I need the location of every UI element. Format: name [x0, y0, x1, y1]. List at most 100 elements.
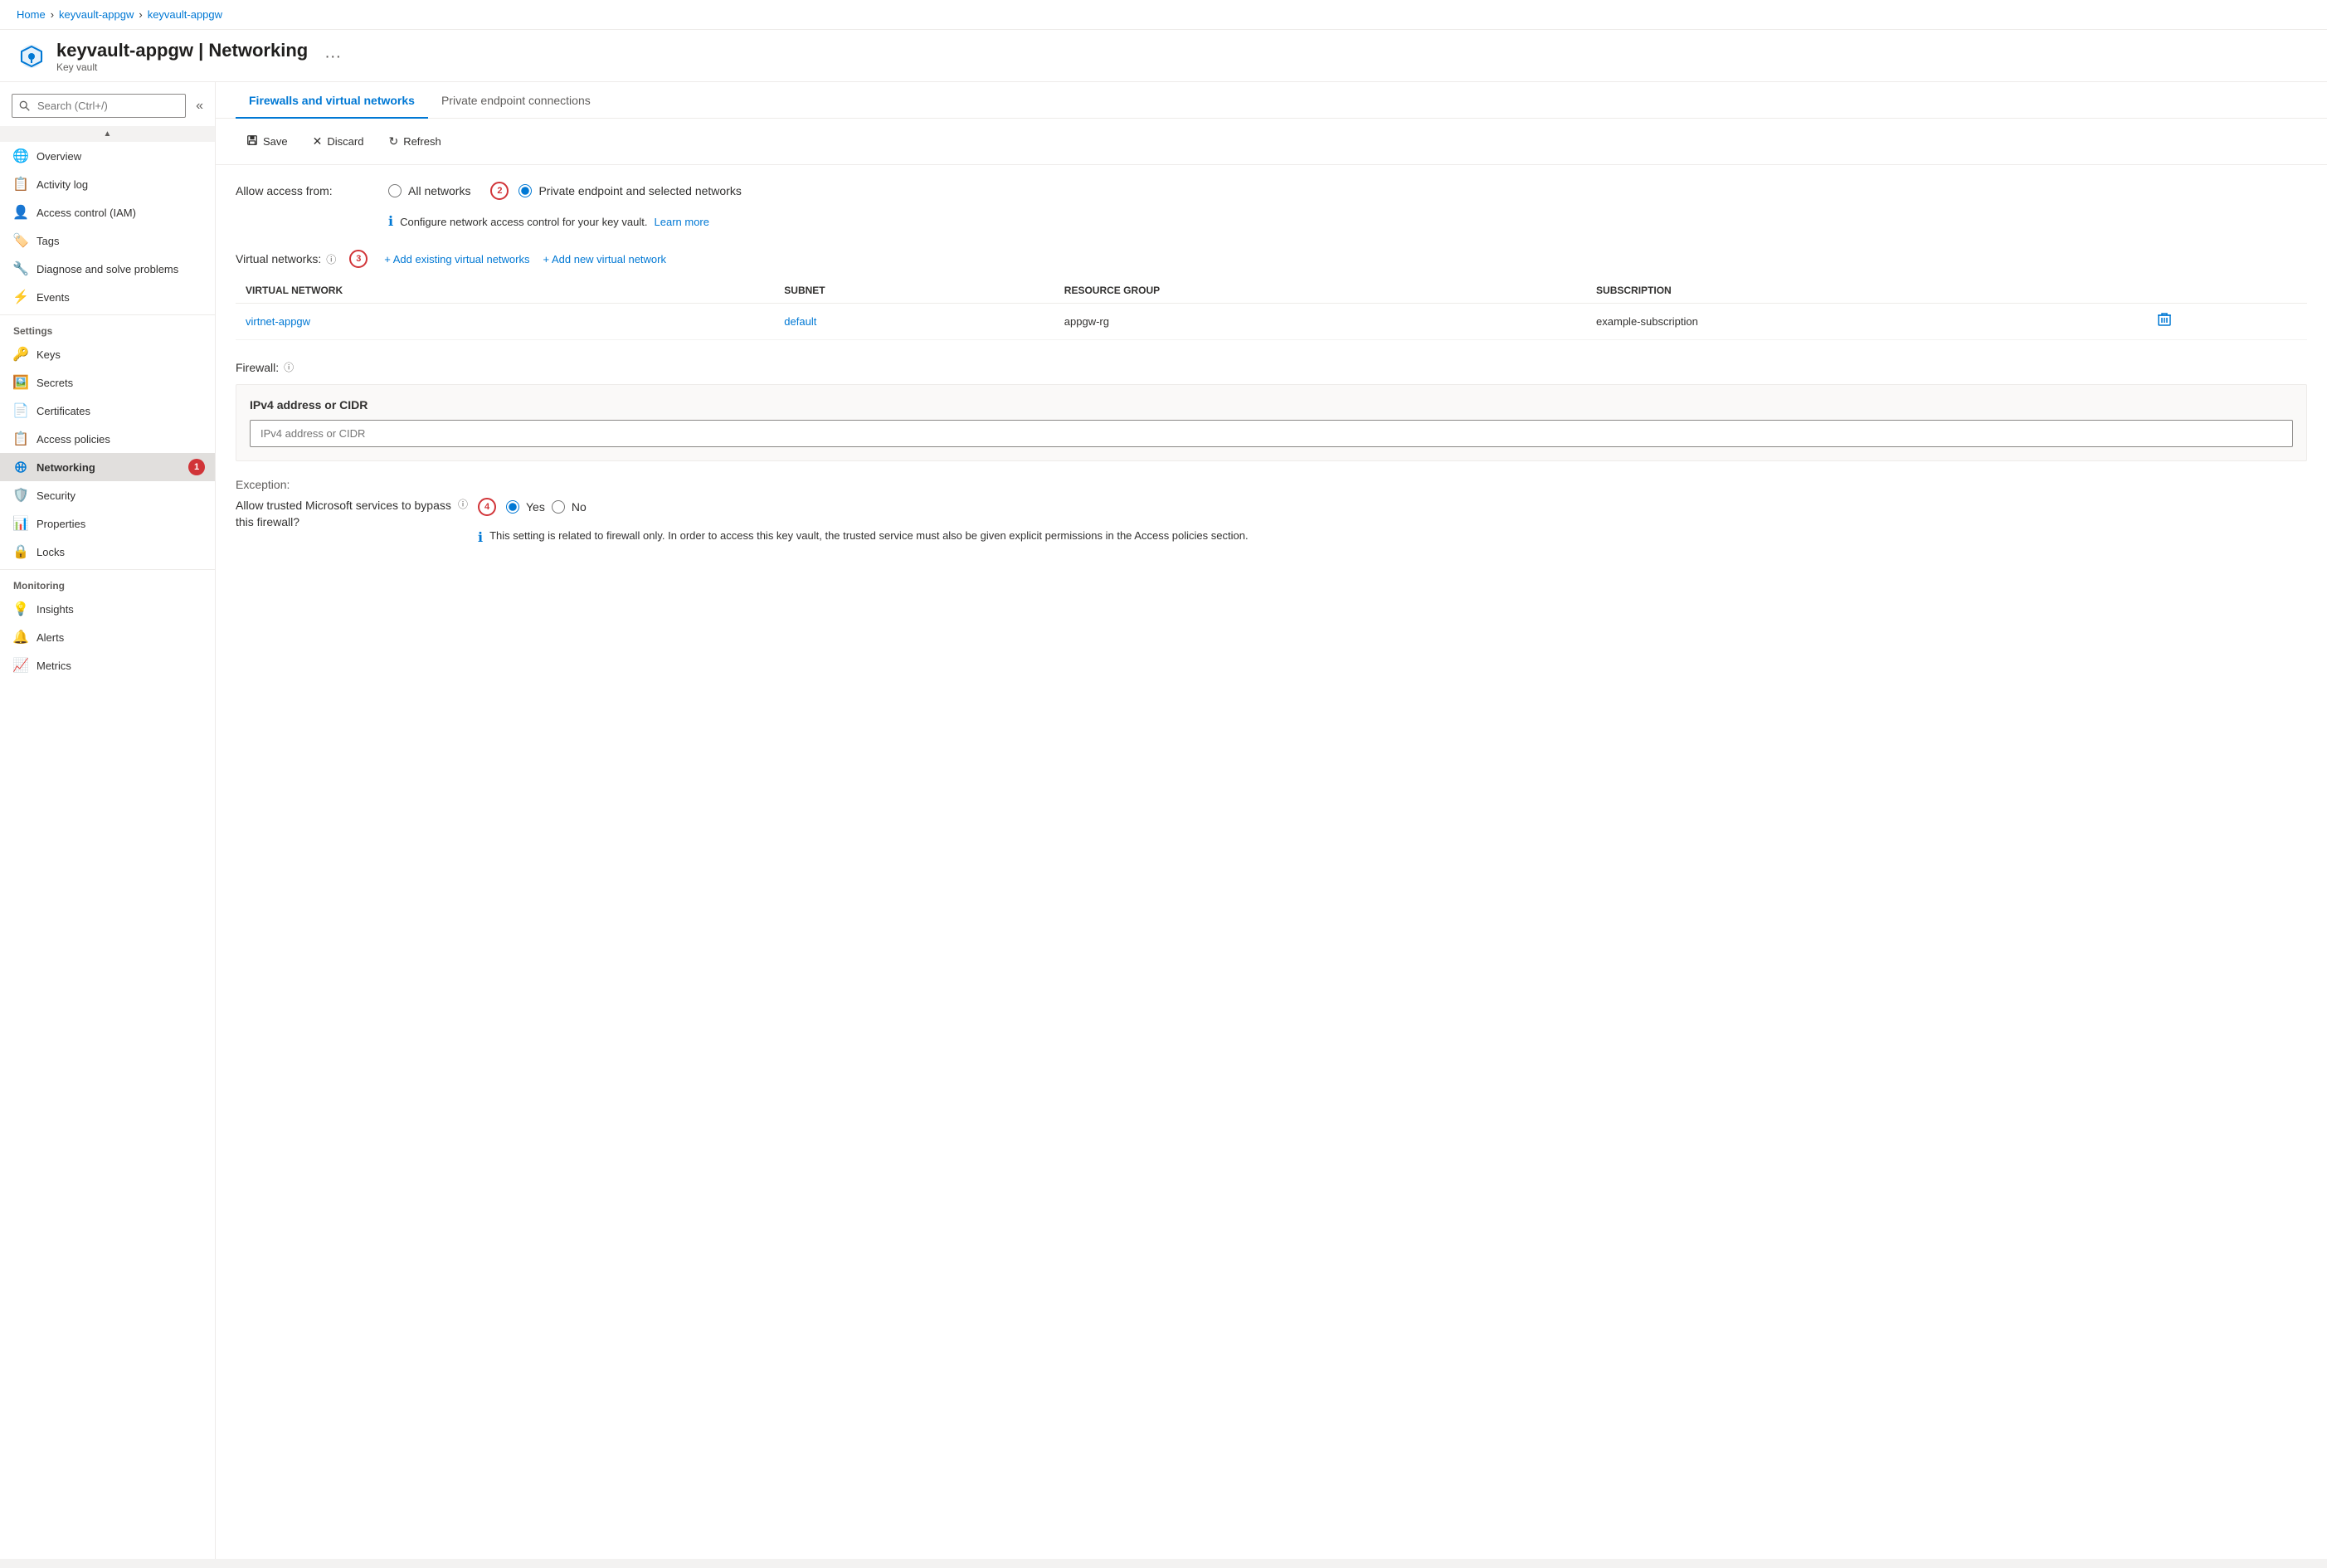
sidebar-item-overview[interactable]: 🌐 Overview — [0, 142, 215, 170]
firewall-section: Firewall: ⓘ IPv4 address or CIDR — [236, 360, 2307, 461]
radio-no-input[interactable] — [552, 500, 565, 514]
ipv4-section-title: IPv4 address or CIDR — [250, 398, 2293, 411]
breadcrumb-home[interactable]: Home — [17, 8, 46, 21]
firewall-info-tooltip: ⓘ — [284, 360, 294, 374]
exception-info-icon: ℹ — [478, 529, 483, 546]
add-new-vn-link[interactable]: + Add new virtual network — [543, 253, 666, 265]
radio-all-networks-label: All networks — [408, 184, 470, 197]
save-button[interactable]: Save — [236, 129, 299, 154]
discard-button[interactable]: ✕ Discard — [302, 129, 375, 154]
radio-all-networks-input[interactable] — [388, 184, 402, 197]
tab-private-endpoints[interactable]: Private endpoint connections — [428, 82, 604, 119]
events-icon: ⚡ — [13, 290, 28, 304]
content-area: Allow access from: All networks 2 Privat… — [216, 165, 2327, 562]
add-existing-vn-link[interactable]: + Add existing virtual networks — [384, 253, 529, 265]
tab-firewalls[interactable]: Firewalls and virtual networks — [236, 82, 428, 119]
header-text: keyvault-appgw | Networking Key vault — [56, 40, 308, 73]
sidebar-item-events[interactable]: ⚡ Events — [0, 283, 215, 311]
sidebar-item-locks[interactable]: 🔒 Locks — [0, 538, 215, 566]
delete-row-button[interactable] — [2157, 314, 2172, 330]
col-subnet: SUBNET — [774, 278, 1054, 304]
page-subtitle: Key vault — [56, 61, 308, 73]
exception-row: Allow trusted Microsoft services to bypa… — [236, 498, 2307, 546]
sidebar-item-label: Events — [37, 291, 70, 304]
sidebar: « ▲ 🌐 Overview 📋 Activity log 👤 Access c… — [0, 82, 216, 1559]
exception-label: Exception: — [236, 478, 2307, 491]
app-layout: « ▲ 🌐 Overview 📋 Activity log 👤 Access c… — [0, 82, 2327, 1559]
access-radio-group: All networks 2 Private endpoint and sele… — [388, 182, 742, 200]
page-header: keyvault-appgw | Networking Key vault ··… — [0, 30, 2327, 82]
more-options-button[interactable]: ··· — [324, 47, 341, 66]
collapse-sidebar-button[interactable]: « — [191, 94, 208, 119]
sidebar-item-label: Access policies — [37, 433, 110, 446]
settings-section-label: Settings — [0, 314, 215, 340]
sidebar-item-properties[interactable]: 📊 Properties — [0, 509, 215, 538]
breadcrumb-sep2: › — [139, 8, 142, 21]
breadcrumb: Home › keyvault-appgw › keyvault-appgw — [0, 0, 2327, 30]
virtual-networks-table: VIRTUAL NETWORK SUBNET RESOURCE GROUP SU… — [236, 278, 2307, 340]
sidebar-item-label: Networking — [37, 461, 95, 474]
keyvault-icon — [17, 41, 46, 71]
radio-all-networks[interactable]: All networks — [388, 184, 470, 197]
radio-no[interactable]: No — [552, 500, 587, 514]
radio-private-endpoint-label: Private endpoint and selected networks — [538, 184, 741, 197]
col-virtual-network: VIRTUAL NETWORK — [236, 278, 774, 304]
breadcrumb-vault2[interactable]: keyvault-appgw — [148, 8, 222, 21]
tags-icon: 🏷️ — [13, 233, 28, 248]
vn-link[interactable]: virtnet-appgw — [246, 315, 310, 328]
col-resource-group: RESOURCE GROUP — [1054, 278, 1586, 304]
sidebar-item-activity-log[interactable]: 📋 Activity log — [0, 170, 215, 198]
access-info-text: Configure network access control for you… — [400, 216, 647, 228]
step-badge-4: 4 — [478, 498, 496, 516]
subnet-link[interactable]: default — [784, 315, 816, 328]
sidebar-item-label: Properties — [37, 518, 85, 530]
search-input[interactable] — [12, 94, 186, 118]
refresh-button[interactable]: ↻ Refresh — [377, 129, 451, 154]
exception-section: Exception: Allow trusted Microsoft servi… — [236, 478, 2307, 546]
radio-yes-input[interactable] — [506, 500, 519, 514]
main-content: Firewalls and virtual networks Private e… — [216, 82, 2327, 1559]
access-from-label: Allow access from: — [236, 184, 368, 197]
scroll-up-button[interactable]: ▲ — [0, 126, 215, 142]
iam-icon: 👤 — [13, 205, 28, 220]
sidebar-item-iam[interactable]: 👤 Access control (IAM) — [0, 198, 215, 226]
access-from-row: Allow access from: All networks 2 Privat… — [236, 182, 2307, 200]
col-subscription: SUBSCRIPTION — [1586, 278, 2147, 304]
virtual-networks-label: Virtual networks: ⓘ — [236, 252, 336, 266]
networking-icon — [13, 460, 28, 475]
sidebar-item-diagnose[interactable]: 🔧 Diagnose and solve problems — [0, 255, 215, 283]
sidebar-item-secrets[interactable]: 🖼️ Secrets — [0, 368, 215, 397]
overview-icon: 🌐 — [13, 149, 28, 163]
virtual-networks-section: Virtual networks: ⓘ 3 + Add existing vir… — [236, 250, 2307, 340]
virtual-networks-header: Virtual networks: ⓘ 3 + Add existing vir… — [236, 250, 2307, 268]
locks-icon: 🔒 — [13, 544, 28, 559]
ipv4-input[interactable] — [250, 420, 2293, 447]
allow-access-section: Allow access from: All networks 2 Privat… — [236, 182, 2307, 230]
radio-yes[interactable]: Yes — [506, 500, 545, 514]
sidebar-item-label: Insights — [37, 603, 74, 616]
col-actions — [2147, 278, 2307, 304]
activity-log-icon: 📋 — [13, 177, 28, 192]
sidebar-item-networking[interactable]: Networking 1 — [0, 453, 215, 481]
table-row: virtnet-appgw default appgw-rg example-s… — [236, 304, 2307, 340]
sidebar-item-keys[interactable]: 🔑 Keys — [0, 340, 215, 368]
sidebar-item-insights[interactable]: 💡 Insights — [0, 595, 215, 623]
metrics-icon: 📈 — [13, 658, 28, 673]
discard-label: Discard — [327, 135, 363, 148]
radio-private-endpoint[interactable]: 2 Private endpoint and selected networks — [490, 182, 741, 200]
subscription-cell: example-subscription — [1586, 304, 2147, 340]
breadcrumb-sep1: › — [51, 8, 54, 21]
networking-badge: 1 — [188, 459, 205, 475]
sidebar-item-alerts[interactable]: 🔔 Alerts — [0, 623, 215, 651]
sidebar-item-certificates[interactable]: 📄 Certificates — [0, 397, 215, 425]
sidebar-item-access-policies[interactable]: 📋 Access policies — [0, 425, 215, 453]
radio-private-endpoint-input[interactable] — [518, 184, 532, 197]
learn-more-link[interactable]: Learn more — [655, 216, 709, 228]
breadcrumb-vault1[interactable]: keyvault-appgw — [59, 8, 134, 21]
sidebar-item-label: Access control (IAM) — [37, 207, 136, 219]
sidebar-item-tags[interactable]: 🏷️ Tags — [0, 226, 215, 255]
vn-info-tooltip: ⓘ — [326, 252, 336, 266]
sidebar-item-metrics[interactable]: 📈 Metrics — [0, 651, 215, 679]
info-icon: ℹ — [388, 213, 393, 230]
sidebar-item-security[interactable]: 🛡️ Security — [0, 481, 215, 509]
